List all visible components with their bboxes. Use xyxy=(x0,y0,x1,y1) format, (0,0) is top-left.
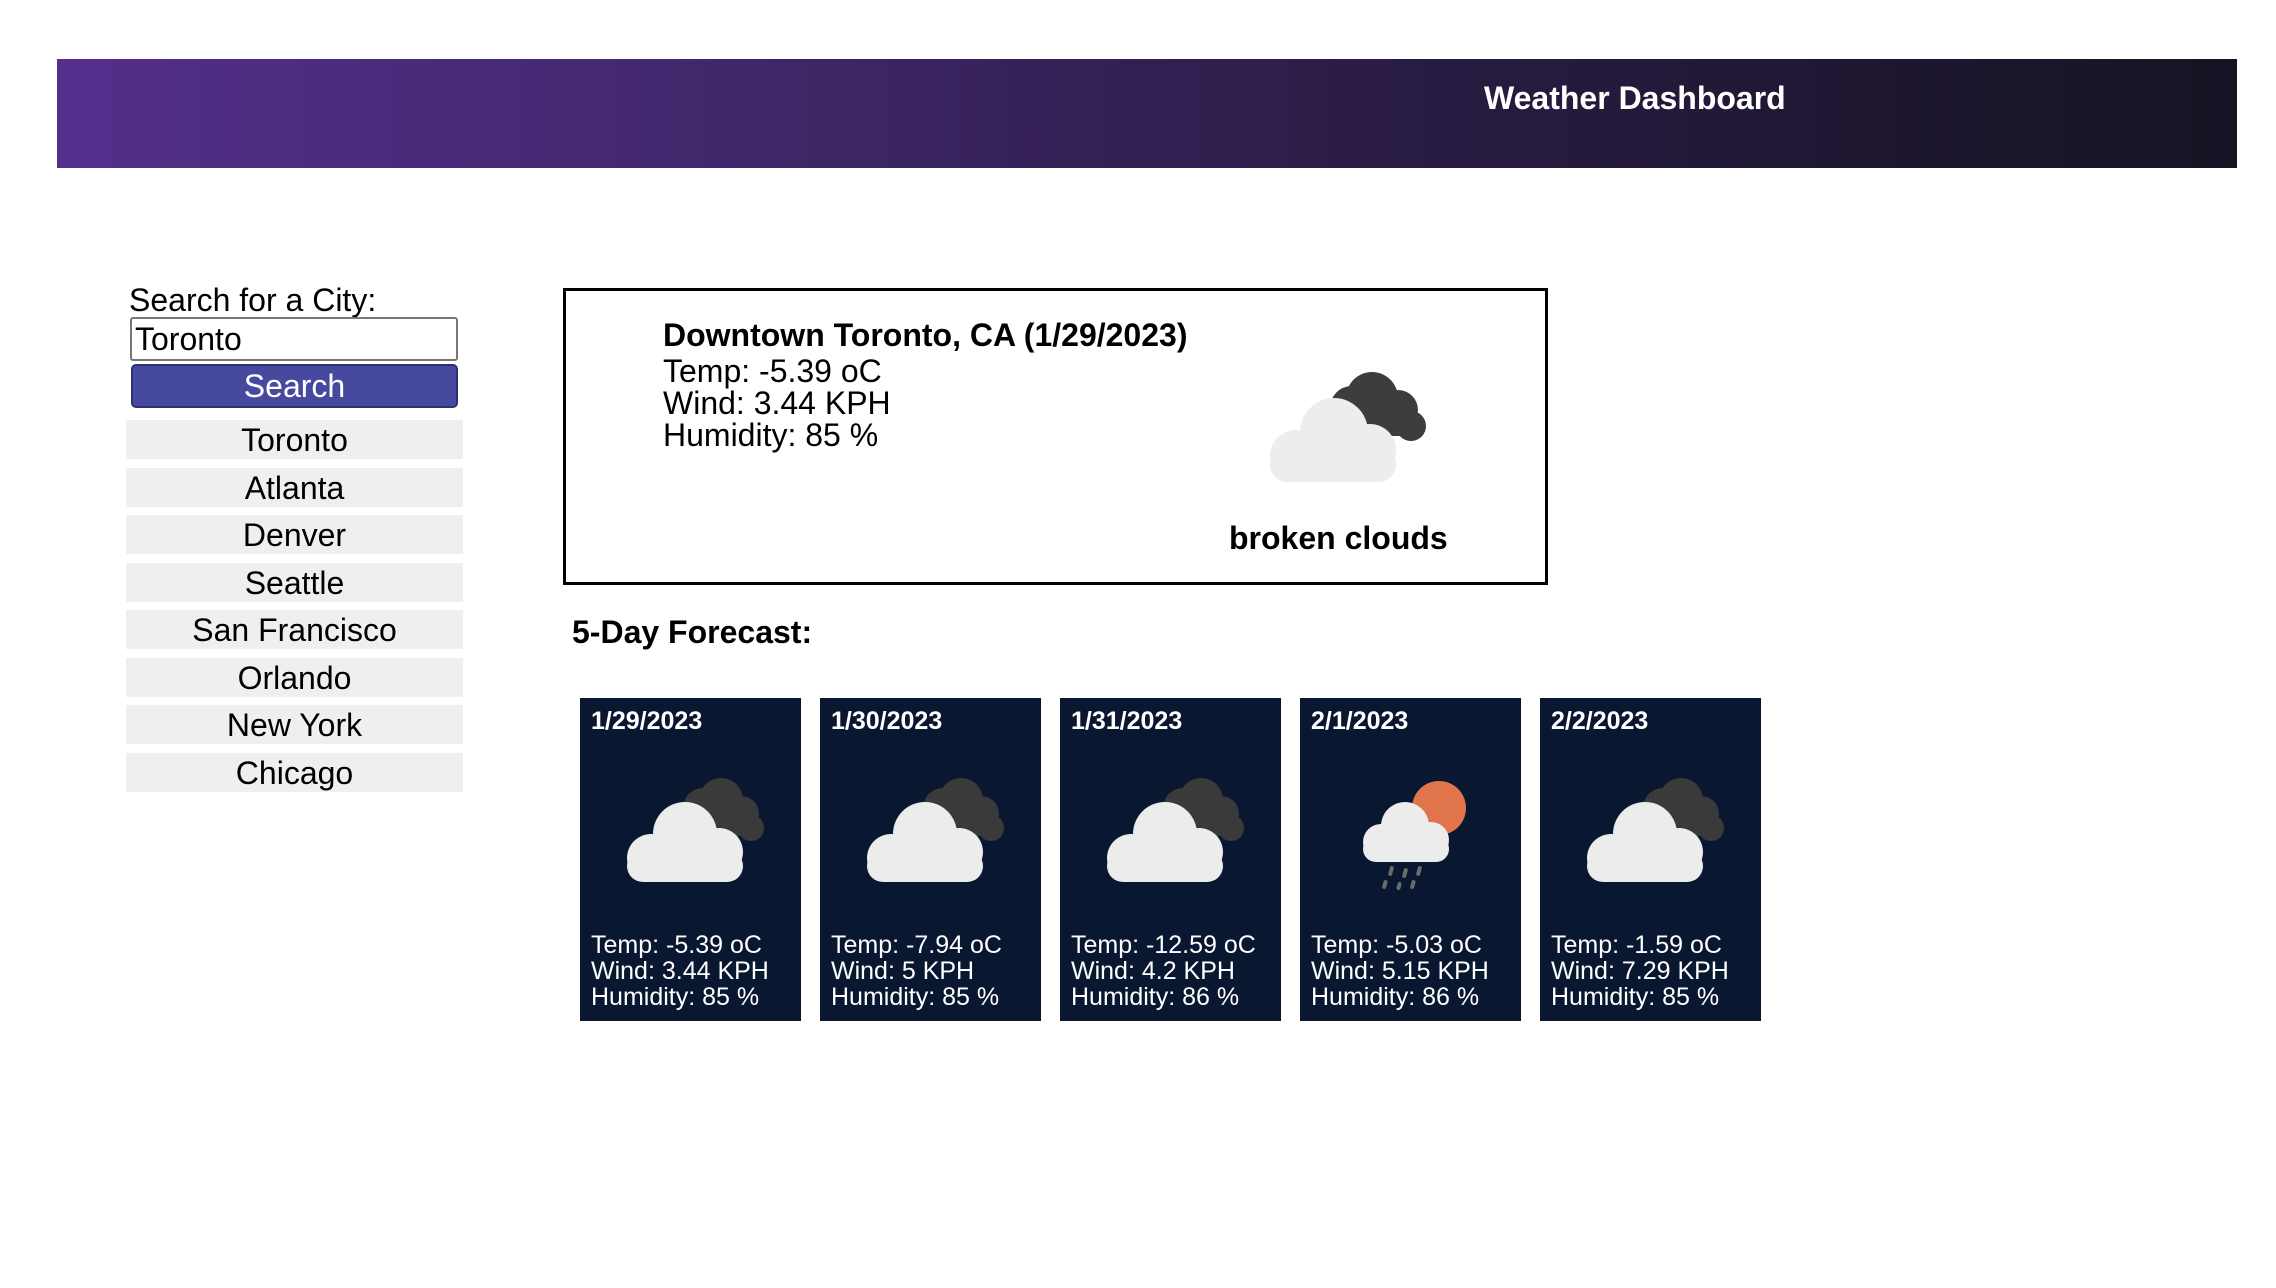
forecast-card: 1/30/2023 Temp: -7.94 oC Wind: 5 KPH Hum… xyxy=(820,698,1041,1021)
forecast-wind: Wind: 5 KPH xyxy=(831,957,975,985)
current-city-heading: Downtown Toronto, CA (1/29/2023) xyxy=(663,317,1188,353)
page-title: Weather Dashboard xyxy=(1484,80,1786,116)
forecast-temp: Temp: -7.94 oC xyxy=(831,931,1002,959)
broken-clouds-icon xyxy=(867,778,1004,882)
current-humidity: Humidity: 85 % xyxy=(663,417,879,453)
forecast-card: 1/31/2023 Temp: -12.59 oC Wind: 4.2 KPH … xyxy=(1060,698,1281,1021)
forecast-temp: Temp: -5.03 oC xyxy=(1311,931,1482,959)
forecast-wind: Wind: 4.2 KPH xyxy=(1071,957,1235,985)
forecast-wind: Wind: 7.29 KPH xyxy=(1551,957,1729,985)
current-temp: Temp: -5.39 oC xyxy=(663,353,882,389)
forecast-date: 2/1/2023 xyxy=(1311,707,1409,735)
forecast-date: 1/30/2023 xyxy=(831,707,943,735)
forecast-temp: Temp: -5.39 oC xyxy=(591,931,762,959)
forecast-temp: Temp: -12.59 oC xyxy=(1071,931,1256,959)
forecast-humidity: Humidity: 86 % xyxy=(1311,983,1480,1011)
search-button[interactable]: Search xyxy=(131,364,458,408)
broken-clouds-icon xyxy=(627,778,764,882)
current-wind: Wind: 3.44 KPH xyxy=(663,385,891,421)
forecast-humidity: Humidity: 86 % xyxy=(1071,983,1240,1011)
forecast-date: 1/29/2023 xyxy=(591,707,703,735)
forecast-title: 5-Day Forecast: xyxy=(572,614,813,650)
search-label: Search for a City: xyxy=(129,282,377,318)
forecast-date: 1/31/2023 xyxy=(1071,707,1183,735)
forecast-humidity: Humidity: 85 % xyxy=(591,983,760,1011)
forecast-card: 2/1/2023 Temp: -5.03 oC Wind: 5.15 KPH H… xyxy=(1300,698,1521,1021)
forecast-wind: Wind: 3.44 KPH xyxy=(591,957,769,985)
forecast-humidity: Humidity: 85 % xyxy=(831,983,1000,1011)
current-weather-panel: Downtown Toronto, CA (1/29/2023) Temp: -… xyxy=(563,288,1548,585)
rain-sun-cloud-icon xyxy=(1363,781,1466,890)
current-description: broken clouds xyxy=(1229,520,1448,556)
broken-clouds-icon xyxy=(1587,778,1724,882)
header-banner xyxy=(57,59,2237,168)
history-item-toronto[interactable]: Toronto xyxy=(126,420,463,459)
history-item-seattle[interactable]: Seattle xyxy=(126,562,463,602)
forecast-humidity: Humidity: 85 % xyxy=(1551,983,1720,1011)
city-search-input[interactable] xyxy=(130,317,458,361)
forecast-card: 2/2/2023 Temp: -1.59 oC Wind: 7.29 KPH H… xyxy=(1540,698,1761,1021)
forecast-wind: Wind: 5.15 KPH xyxy=(1311,957,1489,985)
history-item-orlando[interactable]: Orlando xyxy=(126,657,463,697)
forecast-card: 1/29/2023 Temp: -5.39 oC Wind: 3.44 KPH … xyxy=(580,698,801,1021)
history-item-denver[interactable]: Denver xyxy=(126,515,463,554)
history-item-atlanta[interactable]: Atlanta xyxy=(126,467,463,507)
broken-clouds-icon xyxy=(1270,372,1426,482)
history-item-new-york[interactable]: New York xyxy=(126,705,463,744)
history-item-san-francisco[interactable]: San Francisco xyxy=(126,610,463,649)
broken-clouds-icon xyxy=(1107,778,1244,882)
search-history-list: Toronto Atlanta Denver Seattle San Franc… xyxy=(126,420,463,800)
history-item-chicago[interactable]: Chicago xyxy=(126,752,463,792)
forecast-date: 2/2/2023 xyxy=(1551,707,1649,735)
forecast-temp: Temp: -1.59 oC xyxy=(1551,931,1722,959)
